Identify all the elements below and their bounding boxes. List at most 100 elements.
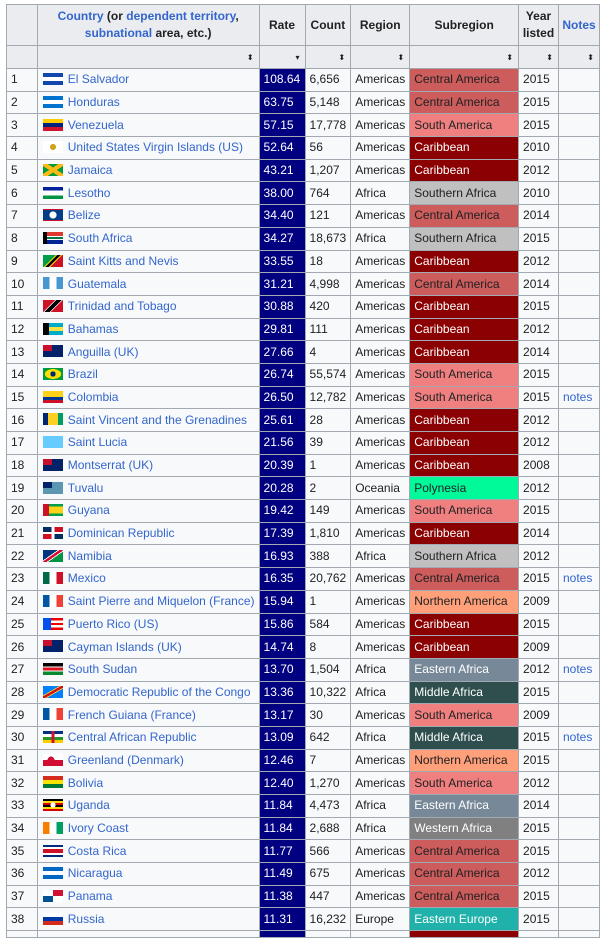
row-index: 1 xyxy=(6,68,38,92)
sort-country-button[interactable]: ⬍ xyxy=(36,45,260,69)
sort-icon: ⬍ xyxy=(338,53,346,62)
sort-rate-button[interactable]: ▾ xyxy=(258,45,306,69)
rate-cell: 12.46 xyxy=(258,748,306,773)
region-cell: Africa xyxy=(350,181,411,206)
country-link[interactable]: Brazil xyxy=(68,367,98,381)
flag-saint-lucia-icon xyxy=(42,436,63,449)
sort-count-button[interactable]: ⬍ xyxy=(304,45,352,69)
header-year-listed[interactable]: Year listed xyxy=(518,4,559,46)
country-link[interactable]: Ivory Coast xyxy=(68,821,129,835)
region-cell: Americas xyxy=(350,703,411,727)
country-link[interactable]: Saint Lucia xyxy=(68,435,127,449)
country-link[interactable]: Russia xyxy=(68,912,105,926)
country-cell: Lesotho xyxy=(36,181,260,206)
country-link[interactable]: South Africa xyxy=(68,231,133,245)
country-link[interactable]: Dominican Republic xyxy=(68,526,175,540)
region-cell: Americas xyxy=(350,204,411,228)
country-link[interactable]: Bahamas xyxy=(68,322,119,336)
country-cell: Nicaragua xyxy=(36,862,260,886)
row-index: 32 xyxy=(6,771,38,795)
country-link[interactable]: Tuvalu xyxy=(68,481,104,495)
region-cell: Americas xyxy=(350,113,411,138)
notes-cell: notes xyxy=(558,385,600,410)
count-cell: 12,782 xyxy=(304,385,352,410)
header-country-link[interactable]: subnational xyxy=(85,26,152,40)
country-link[interactable]: Central African Republic xyxy=(68,730,197,744)
country-link[interactable]: Anguilla (UK) xyxy=(68,345,139,359)
table-row: 30 Central African Republic 13.09 642 Africa… xyxy=(6,725,600,750)
row-index: 16 xyxy=(6,408,38,432)
country-link[interactable]: Guyana xyxy=(68,503,110,517)
country-link[interactable]: Montserrat (UK) xyxy=(68,458,153,472)
country-link[interactable]: Nicaragua xyxy=(68,866,123,880)
row-index: 24 xyxy=(6,589,38,614)
country-cell: Bahamas xyxy=(36,317,260,342)
country-link[interactable]: French Guiana (France) xyxy=(68,708,196,722)
notes-link[interactable]: notes xyxy=(563,390,592,404)
header-rate[interactable]: Rate xyxy=(258,4,306,46)
notes-cell xyxy=(558,521,600,546)
country-cell: Guatemala xyxy=(36,272,260,296)
count-cell: 4 xyxy=(304,340,352,364)
count-cell: 20,762 xyxy=(304,567,352,591)
sort-region-button[interactable]: ⬍ xyxy=(350,45,411,69)
country-link[interactable]: Trinidad and Tobago xyxy=(68,299,177,313)
header-notes[interactable]: Notes xyxy=(558,4,600,46)
notes-link[interactable]: notes xyxy=(563,662,592,676)
rate-cell: 13.09 xyxy=(258,725,306,750)
country-link[interactable]: Costa Rica xyxy=(68,844,127,858)
flag-mexico-icon xyxy=(42,572,63,585)
table-row: 22 Namibia 16.93 388 Africa Southern Africa 20… xyxy=(6,544,600,569)
header-country[interactable]: Country (or dependent territory, subnatio… xyxy=(36,4,260,46)
country-link[interactable]: Namibia xyxy=(68,549,112,563)
header-subregion[interactable]: Subregion xyxy=(409,4,520,46)
country-cell: Saint Pierre and Miquelon (France) xyxy=(36,589,260,614)
country-link[interactable]: Mexico xyxy=(68,571,106,585)
country-link[interactable]: Honduras xyxy=(68,95,120,109)
notes-link[interactable]: notes xyxy=(563,571,592,585)
country-link[interactable]: Belize xyxy=(68,208,101,222)
count-cell: 55,574 xyxy=(304,362,352,387)
country-link[interactable]: Jamaica xyxy=(68,163,113,177)
header-country-link[interactable]: dependent territory xyxy=(126,9,235,23)
country-link[interactable]: Puerto Rico (US) xyxy=(68,617,159,631)
table-row: 16 Saint Vincent and the Grenadines 25.61 2… xyxy=(6,408,600,432)
year-listed-cell: 2015 xyxy=(518,294,559,319)
country-link[interactable]: Lesotho xyxy=(68,186,111,200)
row-index: 11 xyxy=(6,294,38,319)
notes-link[interactable]: notes xyxy=(563,730,592,744)
header-count[interactable]: Count xyxy=(304,4,352,46)
country-link[interactable]: Greenland (Denmark) xyxy=(68,753,184,767)
row-index: 6 xyxy=(6,181,38,206)
sort-notes-button[interactable]: ⬍ xyxy=(558,45,600,69)
row-index: 17 xyxy=(6,431,38,455)
region-cell: Americas xyxy=(350,362,411,387)
subregion-cell: Caribbean xyxy=(409,408,520,432)
region-cell: Africa xyxy=(350,657,411,682)
country-link[interactable]: Saint Vincent and the Grenadines xyxy=(68,413,247,427)
notes-header-link[interactable]: Notes xyxy=(562,18,595,32)
country-link[interactable]: South Sudan xyxy=(68,662,137,676)
country-link[interactable]: Colombia xyxy=(68,390,119,404)
country-link[interactable]: Cayman Islands (UK) xyxy=(68,640,182,654)
table-row: 36 Nicaragua 11.49 675 Americas Central Ameri… xyxy=(6,862,600,886)
country-link[interactable]: United States Virgin Islands (US) xyxy=(68,140,243,154)
country-link[interactable]: Venezuela xyxy=(68,118,124,132)
rate-cell: 11.49 xyxy=(258,862,306,886)
sort-subregion-button[interactable]: ⬍ xyxy=(409,45,520,69)
country-link[interactable]: Bolivia xyxy=(68,776,103,790)
country-link[interactable]: Saint Pierre and Miquelon (France) xyxy=(68,594,255,608)
country-link[interactable]: Democratic Republic of the Congo xyxy=(68,685,251,699)
country-link[interactable]: Uganda xyxy=(68,798,110,812)
header-country-link[interactable]: Country xyxy=(58,9,104,23)
row-index: 3 xyxy=(6,113,38,138)
country-link[interactable]: Saint Kitts and Nevis xyxy=(68,254,179,268)
header-region[interactable]: Region xyxy=(350,4,411,46)
notes-cell: notes xyxy=(558,657,600,682)
country-link[interactable]: Guatemala xyxy=(68,277,127,291)
subregion-cell: Central America xyxy=(409,68,520,92)
sort-year-button[interactable]: ⬍ xyxy=(518,45,559,69)
country-link[interactable]: Panama xyxy=(68,889,113,903)
country-link[interactable]: El Salvador xyxy=(68,72,129,86)
rate-cell: 31.21 xyxy=(258,272,306,296)
